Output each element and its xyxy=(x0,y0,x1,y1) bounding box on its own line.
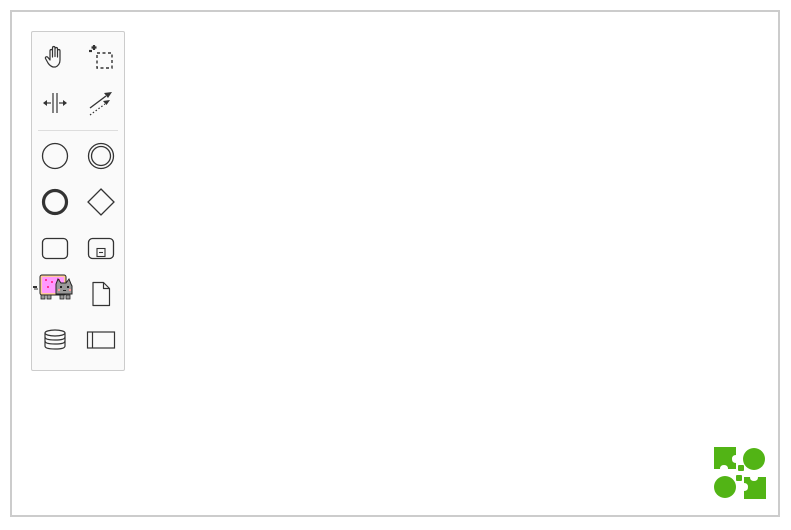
hand-icon xyxy=(44,45,61,68)
lasso-icon xyxy=(89,45,113,69)
intermediate-event-icon xyxy=(87,142,115,170)
puzzle-logo-icon xyxy=(714,447,766,499)
nyan-cat-icon xyxy=(33,274,73,300)
data-object-icon xyxy=(92,281,111,307)
space-tool-icon xyxy=(43,93,67,113)
create-end-event[interactable] xyxy=(35,182,75,222)
end-event-icon xyxy=(41,188,69,216)
subprocess-icon xyxy=(87,237,115,260)
gateway-icon xyxy=(87,188,115,216)
palette-separator xyxy=(38,130,118,131)
diagram-canvas[interactable] xyxy=(10,10,780,517)
lasso-tool[interactable] xyxy=(81,37,121,77)
connect-icon xyxy=(89,92,112,116)
start-event-icon xyxy=(41,142,69,170)
task-icon xyxy=(41,237,69,260)
create-data-object[interactable] xyxy=(81,274,121,314)
create-data-store[interactable] xyxy=(35,320,75,360)
global-connect-tool[interactable] xyxy=(81,83,121,123)
create-participant[interactable] xyxy=(81,320,121,360)
create-intermediate-event[interactable] xyxy=(81,136,121,176)
create-task[interactable] xyxy=(35,228,75,268)
bpmn-io-logo[interactable] xyxy=(714,447,766,499)
data-store-icon xyxy=(44,329,66,350)
hand-tool[interactable] xyxy=(35,37,75,77)
create-start-event[interactable] xyxy=(35,136,75,176)
participant-icon xyxy=(86,331,116,349)
create-subprocess[interactable] xyxy=(81,228,121,268)
create-exclusive-gateway[interactable] xyxy=(81,182,121,222)
nyan-cat-tool[interactable] xyxy=(32,268,78,308)
tool-palette xyxy=(31,31,125,371)
space-tool[interactable] xyxy=(35,83,75,123)
